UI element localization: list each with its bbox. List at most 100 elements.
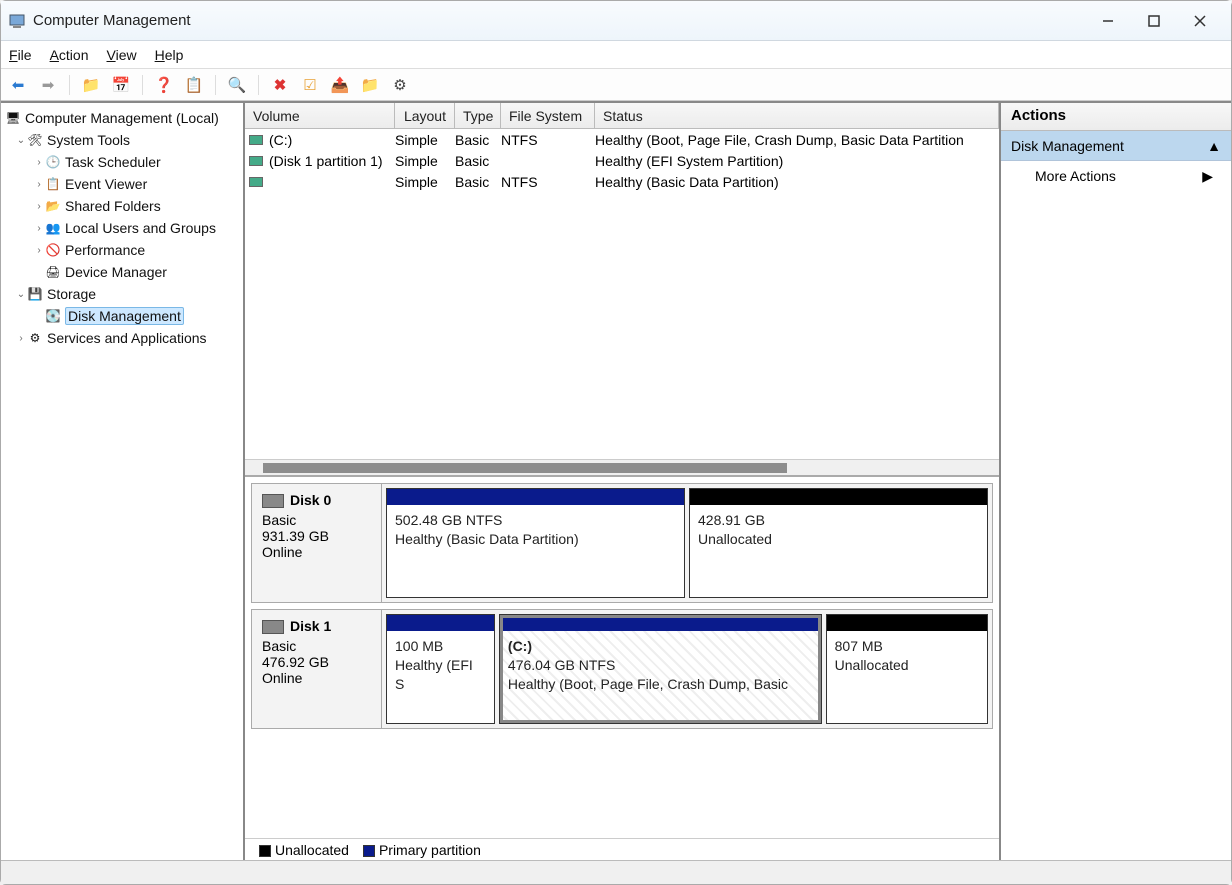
expand-icon[interactable]: ›	[33, 157, 45, 168]
tree-label: Task Scheduler	[65, 154, 161, 170]
separator	[69, 75, 70, 95]
partition-status: Unallocated	[835, 656, 979, 675]
clock-icon: 🕒	[45, 154, 61, 170]
header-status[interactable]: Status	[595, 103, 999, 128]
collapse-icon[interactable]: ⌄	[15, 289, 27, 300]
details-icon[interactable]: 📋	[183, 74, 205, 96]
header-type[interactable]: Type	[455, 103, 501, 128]
partition-header	[500, 615, 821, 631]
app-icon	[9, 13, 25, 29]
separator	[142, 75, 143, 95]
tree-shared-folders[interactable]: › 📂 Shared Folders	[1, 195, 243, 217]
menu-action[interactable]: Action	[50, 47, 89, 63]
partition-size: 428.91 GB	[698, 511, 979, 530]
partition[interactable]: 502.48 GB NTFSHealthy (Basic Data Partit…	[386, 488, 685, 598]
tree-system-tools[interactable]: ⌄ 🛠 System Tools	[1, 129, 243, 151]
folder-icon[interactable]: 📁	[359, 74, 381, 96]
window-title: Computer Management	[33, 12, 1085, 29]
horizontal-scrollbar[interactable]	[245, 459, 999, 475]
calendar-icon[interactable]: 📅	[110, 74, 132, 96]
header-fs[interactable]: File System	[501, 103, 595, 128]
volume-status: Healthy (EFI System Partition)	[595, 153, 999, 169]
legend-unallocated: Unallocated	[259, 842, 349, 858]
tree-label: Services and Applications	[47, 330, 207, 346]
disk-type: Basic	[262, 512, 371, 528]
statusbar	[1, 860, 1231, 884]
tree-storage[interactable]: ⌄ 💾 Storage	[1, 283, 243, 305]
actions-more[interactable]: More Actions ▶	[1001, 161, 1231, 191]
disk-icon	[262, 620, 284, 634]
partition-size: 100 MB	[395, 637, 486, 656]
folder-up-icon[interactable]: 📤	[329, 74, 351, 96]
back-button[interactable]: ⬅	[7, 74, 29, 96]
disk-row: Disk 0Basic931.39 GBOnline502.48 GB NTFS…	[251, 483, 993, 603]
actions-title: Actions	[1001, 103, 1231, 131]
disk-state: Online	[262, 670, 371, 686]
partition[interactable]: 428.91 GBUnallocated	[689, 488, 988, 598]
tree-label: Event Viewer	[65, 176, 147, 192]
volume-row[interactable]: SimpleBasicNTFSHealthy (Basic Data Parti…	[245, 171, 999, 192]
performance-icon: 🚫	[45, 242, 61, 258]
menu-view[interactable]: View	[107, 47, 137, 63]
menu-file[interactable]: File	[9, 47, 32, 63]
tree-task-scheduler[interactable]: › 🕒 Task Scheduler	[1, 151, 243, 173]
expand-icon[interactable]: ›	[33, 223, 45, 234]
collapse-icon[interactable]: ⌄	[15, 135, 27, 146]
properties-icon[interactable]: ⚙	[389, 74, 411, 96]
actions-pane: Actions Disk Management ▲ More Actions ▶	[1001, 103, 1231, 860]
actions-section-disk-management[interactable]: Disk Management ▲	[1001, 131, 1231, 161]
maximize-button[interactable]	[1131, 6, 1177, 36]
volume-layout: Simple	[395, 153, 455, 169]
delete-icon[interactable]: ✖	[269, 74, 291, 96]
volume-row[interactable]: (C:)SimpleBasicNTFSHealthy (Boot, Page F…	[245, 129, 999, 150]
tree-label: Performance	[65, 242, 145, 258]
disk-name: Disk 0	[290, 492, 331, 508]
partition-size: 476.04 GB NTFS	[508, 656, 813, 675]
tree-label: Device Manager	[65, 264, 167, 280]
tree-label: Local Users and Groups	[65, 220, 216, 236]
volume-status: Healthy (Basic Data Partition)	[595, 174, 999, 190]
tree-local-users[interactable]: › 👥 Local Users and Groups	[1, 217, 243, 239]
titlebar: Computer Management	[1, 1, 1231, 41]
separator	[258, 75, 259, 95]
check-icon[interactable]: ☑	[299, 74, 321, 96]
actions-section-label: Disk Management	[1011, 138, 1124, 154]
volume-type: Basic	[455, 174, 501, 190]
disk-info[interactable]: Disk 0Basic931.39 GBOnline	[252, 484, 382, 602]
partition[interactable]: (C:)476.04 GB NTFSHealthy (Boot, Page Fi…	[499, 614, 822, 724]
expand-icon[interactable]: ›	[33, 245, 45, 256]
volume-row[interactable]: (Disk 1 partition 1)SimpleBasicHealthy (…	[245, 150, 999, 171]
volume-type: Basic	[455, 153, 501, 169]
disk-info[interactable]: Disk 1Basic476.92 GBOnline	[252, 610, 382, 728]
help-icon[interactable]: ❓	[153, 74, 175, 96]
minimize-button[interactable]	[1085, 6, 1131, 36]
tree-services-apps[interactable]: › ⚙ Services and Applications	[1, 327, 243, 349]
tree-event-viewer[interactable]: › 📋 Event Viewer	[1, 173, 243, 195]
partition[interactable]: 807 MBUnallocated	[826, 614, 988, 724]
menu-help[interactable]: Help	[155, 47, 184, 63]
close-button[interactable]	[1177, 6, 1223, 36]
expand-icon[interactable]: ›	[15, 333, 27, 344]
device-icon: 🖨	[45, 264, 61, 280]
forward-button[interactable]: ➡	[37, 74, 59, 96]
show-hide-tree-icon[interactable]: 📁	[80, 74, 102, 96]
legend: Unallocated Primary partition	[245, 838, 999, 860]
tree-pane: 🖥 Computer Management (Local) ⌄ 🛠 System…	[1, 103, 245, 860]
volume-fs: NTFS	[501, 132, 595, 148]
disk-graphic-view: Disk 0Basic931.39 GBOnline502.48 GB NTFS…	[245, 475, 999, 838]
partition-status: Unallocated	[698, 530, 979, 549]
settings-icon[interactable]: 🔍	[226, 74, 248, 96]
tree-disk-management[interactable]: 💽 Disk Management	[1, 305, 243, 327]
tree-device-manager[interactable]: 🖨 Device Manager	[1, 261, 243, 283]
volume-list: (C:)SimpleBasicNTFSHealthy (Boot, Page F…	[245, 129, 999, 459]
header-volume[interactable]: Volume	[245, 103, 395, 128]
collapse-up-icon: ▲	[1207, 138, 1221, 154]
partition-header	[827, 615, 987, 631]
expand-icon[interactable]: ›	[33, 179, 45, 190]
event-icon: 📋	[45, 176, 61, 192]
expand-icon[interactable]: ›	[33, 201, 45, 212]
partition[interactable]: 100 MBHealthy (EFI S	[386, 614, 495, 724]
tree-root[interactable]: 🖥 Computer Management (Local)	[1, 107, 243, 129]
header-layout[interactable]: Layout	[395, 103, 455, 128]
tree-performance[interactable]: › 🚫 Performance	[1, 239, 243, 261]
